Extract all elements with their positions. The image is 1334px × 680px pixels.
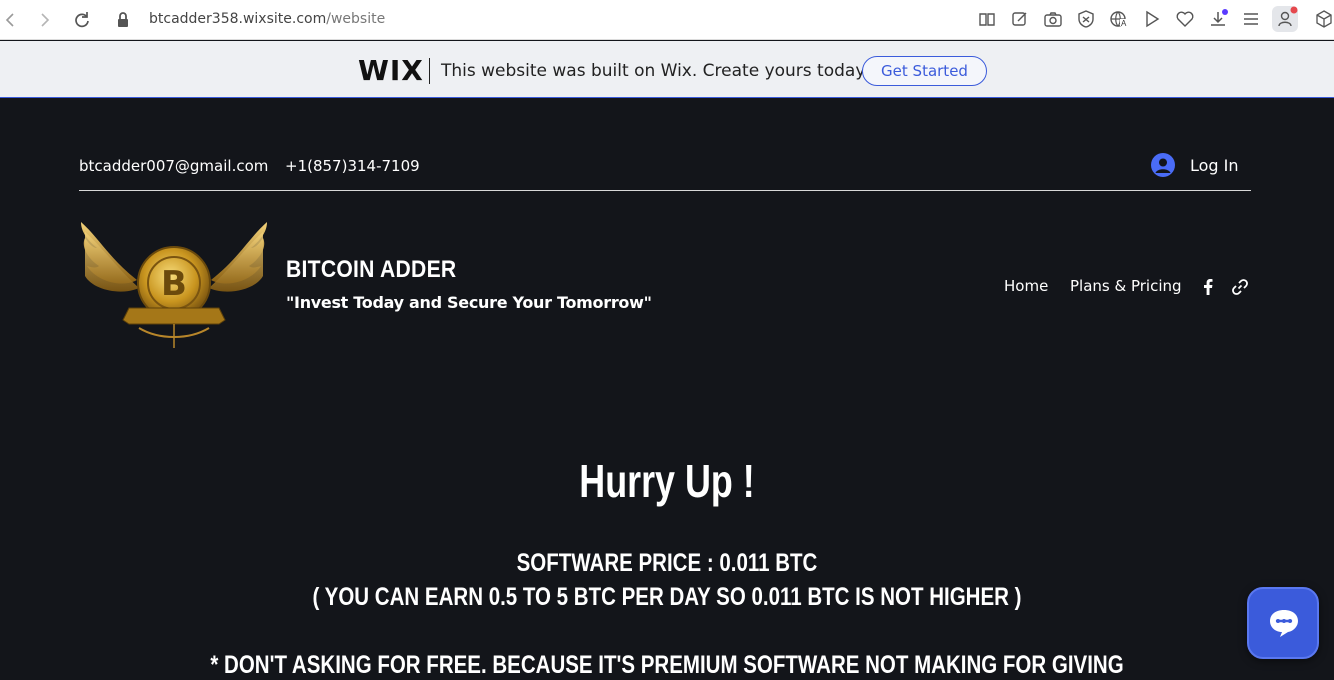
menu-icon[interactable]: [1241, 9, 1261, 29]
profile-icon[interactable]: [1272, 6, 1298, 32]
earn-line: ( YOU CAN EARN 0.5 TO 5 BTC PER DAY SO 0…: [312, 583, 1022, 611]
wix-logo[interactable]: WIX: [358, 54, 424, 87]
contact-phone[interactable]: +1(857)314-7109: [285, 157, 420, 175]
reload-icon[interactable]: [70, 8, 94, 32]
edit-icon[interactable]: [1010, 9, 1030, 29]
extensions-icon[interactable]: [1314, 9, 1334, 29]
site-page: btcadder007@gmail.com +1(857)314-7109 Lo…: [0, 99, 1334, 679]
banner-text: This website was built on Wix. Create yo…: [441, 61, 869, 81]
reader-icon[interactable]: [977, 9, 997, 29]
browser-toolbar: btcadder358.wixsite.com/website A: [0, 0, 1334, 40]
wix-banner: WIX This website was built on Wix. Creat…: [0, 41, 1334, 98]
facebook-icon[interactable]: [1198, 277, 1218, 297]
link-icon[interactable]: [1230, 277, 1250, 297]
notice-line: * DON'T ASKING FOR FREE. BECAUSE IT'S PR…: [210, 651, 1124, 679]
hero-title: Hurry Up !: [579, 455, 755, 507]
banner-divider: [429, 58, 430, 84]
svg-text:B: B: [161, 264, 187, 304]
nav-home[interactable]: Home: [1004, 277, 1048, 295]
get-started-button[interactable]: Get Started: [862, 56, 987, 86]
login-label: Log In: [1190, 156, 1239, 175]
camera-icon[interactable]: [1043, 9, 1063, 29]
back-icon[interactable]: [0, 8, 24, 32]
shield-icon[interactable]: [1076, 9, 1096, 29]
svg-text:A: A: [1121, 19, 1127, 28]
lock-icon[interactable]: [111, 8, 135, 32]
forward-icon[interactable]: [32, 8, 56, 32]
heart-icon[interactable]: [1175, 9, 1195, 29]
play-icon[interactable]: [1142, 9, 1162, 29]
price-line: SOFTWARE PRICE : 0.011 BTC: [516, 549, 818, 577]
translate-icon[interactable]: A: [1109, 9, 1129, 29]
brand-logo[interactable]: B: [79, 218, 269, 353]
chat-icon: [1267, 606, 1301, 640]
contact-email[interactable]: btcadder007@gmail.com: [79, 157, 268, 175]
address-bar[interactable]: btcadder358.wixsite.com/website: [149, 11, 385, 27]
nav-plans-pricing[interactable]: Plans & Pricing: [1070, 277, 1182, 295]
download-icon[interactable]: [1208, 9, 1228, 29]
url-path: /website: [326, 11, 386, 27]
chat-button[interactable]: [1247, 587, 1319, 659]
header-divider: [79, 190, 1251, 191]
url-host: btcadder358.wixsite.com: [149, 11, 327, 27]
user-icon: [1151, 153, 1175, 177]
brand-name: BITCOIN ADDER: [286, 256, 457, 283]
brand-tagline: "Invest Today and Secure Your Tomorrow": [286, 293, 652, 312]
